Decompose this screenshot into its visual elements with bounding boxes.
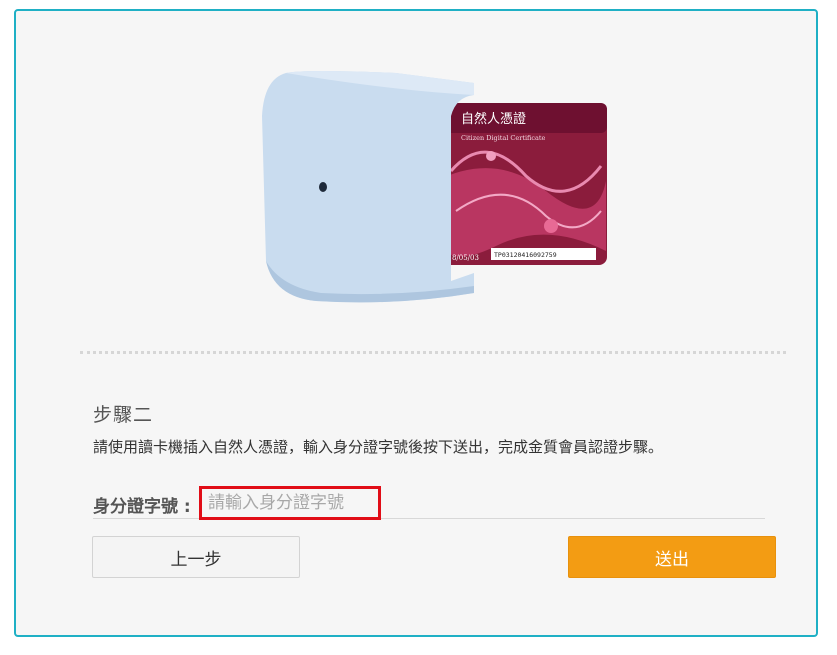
id-number-label: 身分證字號 : <box>93 497 191 517</box>
card-reader-illustration: 自然人憑證 Citizen Digital Certificate 東 : 20… <box>262 71 607 303</box>
id-number-row: 身分證字號 : <box>93 486 765 520</box>
card-reader <box>262 71 474 303</box>
submit-button[interactable]: 送出 <box>568 536 776 578</box>
id-number-input[interactable] <box>199 486 381 520</box>
card-serial: TP03120416092759 <box>494 251 557 259</box>
card-subtitle: Citizen Digital Certificate <box>461 134 546 142</box>
card-title: 自然人憑證 <box>461 111 526 127</box>
step-title: 步驟二 <box>93 404 154 426</box>
verification-panel: 自然人憑證 Citizen Digital Certificate 東 : 20… <box>14 9 818 637</box>
dotted-divider <box>80 351 786 354</box>
citizen-certificate-card: 自然人憑證 Citizen Digital Certificate 東 : 20… <box>431 103 607 265</box>
previous-step-button[interactable]: 上一步 <box>92 536 300 578</box>
step-description: 請使用讀卡機插入自然人憑證，輸入身分證字號後按下送出，完成金質會員認證步驟。 <box>93 438 664 456</box>
